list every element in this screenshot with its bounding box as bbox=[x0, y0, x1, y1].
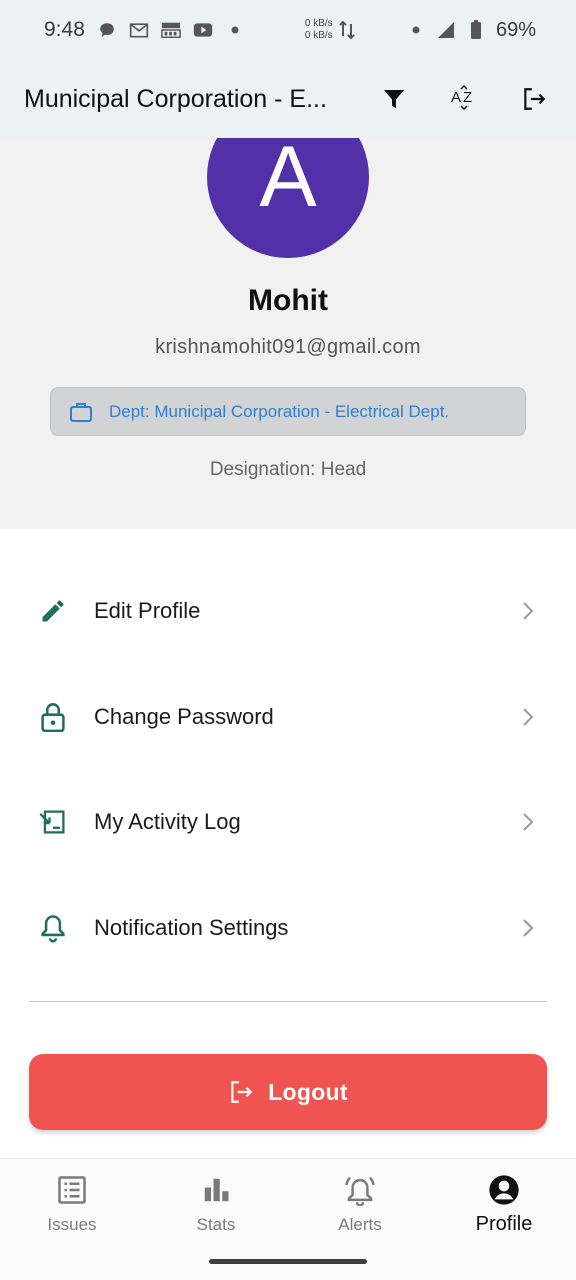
logout-label: Logout bbox=[268, 1078, 348, 1105]
nav-label: Stats bbox=[196, 1215, 236, 1234]
nav-label: Profile bbox=[475, 1213, 533, 1235]
logout-button[interactable]: Logout bbox=[29, 1054, 547, 1130]
lock-icon bbox=[38, 702, 68, 732]
alarm-bell-icon bbox=[343, 1173, 377, 1207]
status-time: 9:48 bbox=[44, 18, 85, 41]
data-transfer-icon bbox=[337, 20, 357, 40]
divider bbox=[29, 1001, 547, 1002]
nav-item-profile[interactable]: Profile bbox=[432, 1159, 576, 1280]
svg-text:A: A bbox=[451, 89, 461, 106]
battery-percentage: 69% bbox=[495, 18, 536, 41]
menu-item-activity-log[interactable]: My Activity Log bbox=[0, 769, 576, 875]
gmail-icon bbox=[129, 20, 149, 40]
status-left: 9:48 bbox=[44, 18, 245, 42]
sort-alpha-icon[interactable]: A Z bbox=[446, 81, 482, 117]
battery-icon bbox=[466, 20, 486, 40]
department-chip: Dept: Municipal Corporation - Electrical… bbox=[50, 387, 526, 436]
status-bar: 9:48 0 kB/s 0 kB/s 69% bbox=[0, 0, 576, 60]
app-bar-actions: A Z bbox=[376, 81, 552, 117]
signal-icon bbox=[436, 20, 456, 40]
net-down-speed: 0 kB/s bbox=[304, 30, 333, 41]
profile-email: krishnamohit091@gmail.com bbox=[155, 336, 421, 358]
briefcase-icon bbox=[69, 401, 93, 423]
menu-item-change-password[interactable]: Change Password bbox=[0, 664, 576, 770]
svg-text:Z: Z bbox=[463, 89, 472, 106]
activity-log-icon bbox=[38, 807, 68, 837]
avatar: A bbox=[207, 138, 369, 258]
notification-dot-icon bbox=[406, 20, 426, 40]
status-right: 69% bbox=[406, 19, 536, 42]
youtube-icon bbox=[193, 20, 213, 40]
menu-item-label: Notification Settings bbox=[94, 914, 289, 940]
home-indicator[interactable] bbox=[209, 1259, 367, 1264]
profile-header: A Mohit krishnamohit091@gmail.com Dept: … bbox=[0, 138, 576, 529]
nav-label: Alerts bbox=[338, 1215, 382, 1234]
nav-label: Issues bbox=[47, 1215, 97, 1234]
profile-menu: Edit Profile Change Password My Activity… bbox=[0, 558, 576, 981]
menu-item-label: Change Password bbox=[94, 703, 274, 729]
notification-dot-icon bbox=[225, 20, 245, 40]
chat-bubble-icon bbox=[97, 20, 117, 40]
app-bar: Municipal Corporation - E... A Z bbox=[0, 60, 576, 138]
logout-icon[interactable] bbox=[516, 81, 552, 117]
bell-icon bbox=[38, 913, 68, 943]
logout-icon bbox=[228, 1079, 254, 1105]
profile-name: Mohit bbox=[248, 284, 328, 317]
chevron-right-icon bbox=[518, 601, 538, 621]
account-circle-icon bbox=[487, 1173, 521, 1207]
net-up-speed: 0 kB/s bbox=[304, 18, 333, 29]
menu-item-edit-profile[interactable]: Edit Profile bbox=[0, 558, 576, 664]
list-icon bbox=[55, 1173, 89, 1207]
chevron-right-icon bbox=[518, 918, 538, 938]
nav-item-issues[interactable]: Issues bbox=[0, 1159, 144, 1280]
menu-item-label: My Activity Log bbox=[94, 809, 241, 835]
tata-1mg-icon bbox=[161, 20, 181, 40]
chevron-right-icon bbox=[518, 812, 538, 832]
bar-chart-icon bbox=[199, 1173, 233, 1207]
menu-item-label: Edit Profile bbox=[94, 597, 201, 623]
chevron-right-icon bbox=[518, 707, 538, 727]
filter-icon[interactable] bbox=[376, 81, 412, 117]
network-speed: 0 kB/s 0 kB/s bbox=[305, 18, 357, 42]
avatar-letter: A bbox=[259, 138, 317, 225]
page-title: Municipal Corporation - E... bbox=[24, 84, 327, 113]
menu-item-notification-settings[interactable]: Notification Settings bbox=[0, 875, 576, 981]
pencil-icon bbox=[38, 596, 68, 626]
designation-label: Designation: Head bbox=[209, 459, 367, 480]
department-label: Dept: Municipal Corporation - Electrical… bbox=[109, 401, 450, 421]
